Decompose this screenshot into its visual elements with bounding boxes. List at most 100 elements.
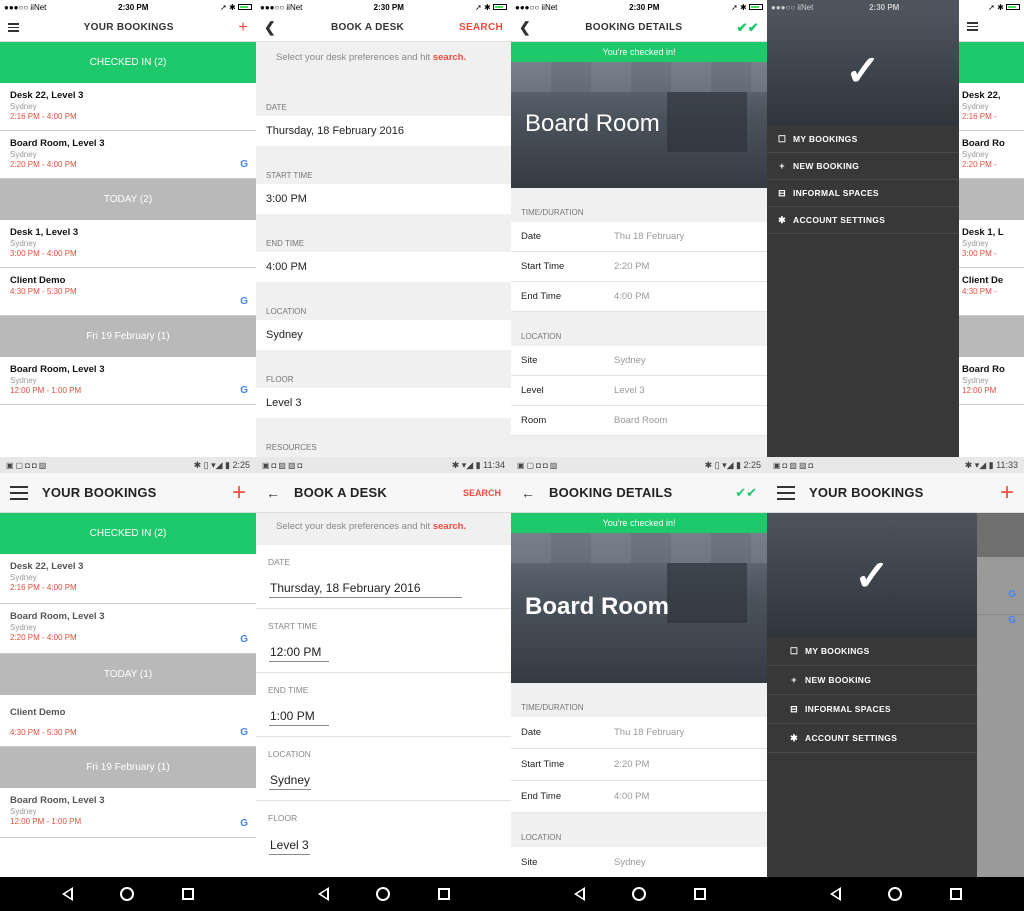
- booking-item[interactable]: Board Room, Level 3 Sydney 12:00 PM - 1:…: [0, 357, 256, 405]
- end-time-field[interactable]: 4:00 PM: [256, 252, 511, 282]
- section-checked-in: CHECKED IN (2): [0, 42, 256, 83]
- recents-icon[interactable]: [694, 888, 707, 900]
- floor-field[interactable]: Level 3: [256, 388, 511, 418]
- booking-item[interactable]: Desk 22, Level 3 Sydney 2:16 PM - 4:00 P…: [0, 83, 256, 131]
- status-time: ✱ ▯ ▾◢ ▮ 2:25: [193, 459, 250, 470]
- menu-icon[interactable]: [777, 485, 795, 500]
- menu-account-settings[interactable]: ✱ ACCOUNT SETTINGS: [767, 207, 959, 234]
- menu-icon[interactable]: [967, 22, 978, 31]
- booking-name: Desk 1, Level 3: [10, 227, 79, 238]
- booking-site: Sydney: [10, 376, 37, 385]
- back-icon[interactable]: [317, 887, 329, 901]
- menu-new-booking[interactable]: + NEW BOOKING: [767, 666, 977, 695]
- home-icon[interactable]: [888, 887, 903, 901]
- status-time: 2:30 PM: [629, 2, 660, 12]
- home-icon[interactable]: [632, 887, 647, 901]
- booking-item[interactable]: Board Room, Level 3 Sydney 12:00 PM - 1:00…: [0, 788, 256, 838]
- back-arrow-icon[interactable]: ←: [266, 485, 280, 501]
- booking-item[interactable]: Desk 1, Level 3 Sydney 3:00 PM - 4:00 PM: [0, 220, 256, 268]
- page-title: BOOKING DETAILS: [585, 22, 683, 33]
- location-section-label: LOCATION: [511, 312, 767, 346]
- ios-details-screen: ●●●○○ iiNet 2:30 PM ➚ ✱ ❮ BOOKING DETAIL…: [511, 0, 767, 457]
- search-link[interactable]: search.: [433, 521, 466, 532]
- menu-new-booking[interactable]: + NEW BOOKING: [767, 153, 959, 180]
- menu-my-bookings[interactable]: ☐ MY BOOKINGS: [767, 126, 959, 153]
- ios-menu-screen: ●●●○○ iiNet 2:30 PM ✓ ☐ MY BOOKINGS + NEW …: [767, 0, 1024, 457]
- content-peek[interactable]: ➚ ✱ Desk 22, Sydney 2:16 PM - Board Ro Sydn…: [959, 0, 1024, 457]
- logo-icon: ✓: [845, 46, 881, 94]
- app-bar: YOUR BOOKINGS +: [767, 473, 1024, 513]
- location-field[interactable]: Sydney: [256, 759, 511, 801]
- recents-icon[interactable]: [182, 888, 195, 900]
- search-button[interactable]: SEARCH: [463, 488, 501, 498]
- booking-name: Board Room, Level 3: [10, 138, 105, 149]
- menu-my-bookings[interactable]: ☐ MY BOOKINGS: [767, 637, 977, 666]
- location-field[interactable]: Sydney: [256, 320, 511, 350]
- menu-icon[interactable]: [8, 23, 19, 32]
- end-time-field[interactable]: 1:00 PM: [256, 695, 511, 737]
- carrier-label: ●●●○○ iiNet: [4, 2, 47, 12]
- back-icon[interactable]: [61, 887, 73, 901]
- app-bar: YOUR BOOKINGS +: [0, 473, 256, 513]
- carrier-label: ●●●○○ iiNet: [771, 2, 814, 12]
- home-icon[interactable]: [376, 887, 391, 901]
- floor-label: FLOOR: [256, 350, 511, 388]
- home-icon[interactable]: [120, 887, 135, 901]
- booking-item[interactable]: Board Room, Level 3 Sydney 2:20 PM - 4:0…: [0, 131, 256, 179]
- menu-icon[interactable]: [10, 485, 28, 500]
- back-icon[interactable]: ❮: [519, 19, 531, 36]
- booking-item[interactable]: Desk 22, Level 3 Sydney 2:16 PM - 4:00 PM: [0, 554, 256, 604]
- search-link[interactable]: search.: [433, 52, 466, 63]
- recents-icon[interactable]: [438, 888, 451, 900]
- app-bar: ← BOOKING DETAILS ✔✔: [511, 473, 767, 513]
- date-field[interactable]: Thursday, 18 February 2016: [256, 116, 511, 146]
- battery-icon: ➚ ✱: [731, 3, 763, 12]
- floor-field[interactable]: Level 3: [256, 823, 511, 865]
- detail-row: Room Board Room: [511, 406, 767, 436]
- start-time-field[interactable]: 3:00 PM: [256, 184, 511, 214]
- back-icon[interactable]: ❮: [264, 19, 276, 36]
- page-title: YOUR BOOKINGS: [83, 22, 174, 33]
- ios-book-desk-screen: ●●●○○ iiNet 2:30 PM ➚ ✱ ❮ BOOK A DESK SE…: [256, 0, 511, 457]
- booking-item[interactable]: Client Demo 4:30 PM - 5:30 PM G: [0, 268, 256, 316]
- check-in-icon[interactable]: ✔✔: [735, 485, 757, 501]
- start-time-field[interactable]: 12:00 PM: [256, 631, 511, 673]
- checked-in-banner: You're checked in!: [511, 42, 767, 62]
- menu-informal-spaces[interactable]: ⊟ INFORMAL SPACES: [767, 180, 959, 207]
- back-icon[interactable]: [829, 887, 841, 901]
- nav-header: ❮ BOOKING DETAILS ✔✔: [511, 14, 767, 42]
- search-button[interactable]: SEARCH: [459, 22, 503, 33]
- checked-in-banner: You're checked in!: [511, 513, 767, 533]
- plus-icon: +: [791, 675, 797, 685]
- date-field[interactable]: Thursday, 18 February 2016: [256, 567, 511, 609]
- status-bar: ▣▢◘◘▨ ✱ ▯ ▾◢ ▮ 2:25: [511, 457, 767, 473]
- android-menu-screen: ▣◘▨▨◘ ✱ ▾◢ ▮ 11:33 YOUR BOOKINGS + ✓ ☐ MY …: [767, 457, 1024, 877]
- sofa-icon: ⊟: [778, 187, 786, 198]
- menu-informal-spaces[interactable]: ⊟ INFORMAL SPACES: [767, 695, 977, 724]
- detail-row: Level Level 3: [511, 376, 767, 406]
- section-today: TODAY (1): [0, 654, 256, 695]
- location-label: LOCATION: [268, 749, 311, 759]
- booking-item[interactable]: Board Room, Level 3 Sydney 2:20 PM - 4:00 …: [0, 604, 256, 654]
- ios-bookings-screen: ●●●○○ iiNet 2:30 PM ➚ ✱ YOUR BOOKINGS + …: [0, 0, 256, 457]
- booking-item[interactable]: Client Demo 4:30 PM - 5:30 PM G: [0, 695, 256, 747]
- booking-site: Sydney: [10, 239, 37, 248]
- add-booking-icon[interactable]: +: [1000, 480, 1014, 505]
- side-menu: ✓ ☐ MY BOOKINGS + NEW BOOKING ⊟ INFORMAL SP…: [767, 513, 977, 877]
- status-bar: ▣▢◘◘▨ ✱ ▯ ▾◢ ▮ 2:25: [0, 457, 256, 473]
- menu-account-settings[interactable]: ✱ ACCOUNT SETTINGS: [767, 724, 977, 753]
- recents-icon[interactable]: [950, 888, 963, 900]
- back-icon[interactable]: [573, 887, 585, 901]
- battery-icon: ➚ ✱: [988, 3, 1020, 12]
- add-booking-icon[interactable]: +: [232, 480, 246, 505]
- booking-time: 4:30 PM - 5:30 PM: [10, 287, 77, 296]
- back-arrow-icon[interactable]: ←: [521, 485, 535, 501]
- android-details-screen: ▣▢◘◘▨ ✱ ▯ ▾◢ ▮ 2:25 ← BOOKING DETAILS ✔✔ …: [511, 457, 767, 877]
- check-in-icon[interactable]: ✔✔: [737, 20, 759, 36]
- booking-site: Sydney: [10, 150, 37, 159]
- android-bookings-screen: ▣▢◘◘▨ ✱ ▯ ▾◢ ▮ 2:25 YOUR BOOKINGS + CHECK…: [0, 457, 256, 877]
- content-scrim[interactable]: G G: [977, 513, 1024, 877]
- add-booking-icon[interactable]: +: [238, 19, 248, 36]
- end-time-label: END TIME: [256, 214, 511, 252]
- battery-icon: ➚ ✱: [475, 3, 507, 12]
